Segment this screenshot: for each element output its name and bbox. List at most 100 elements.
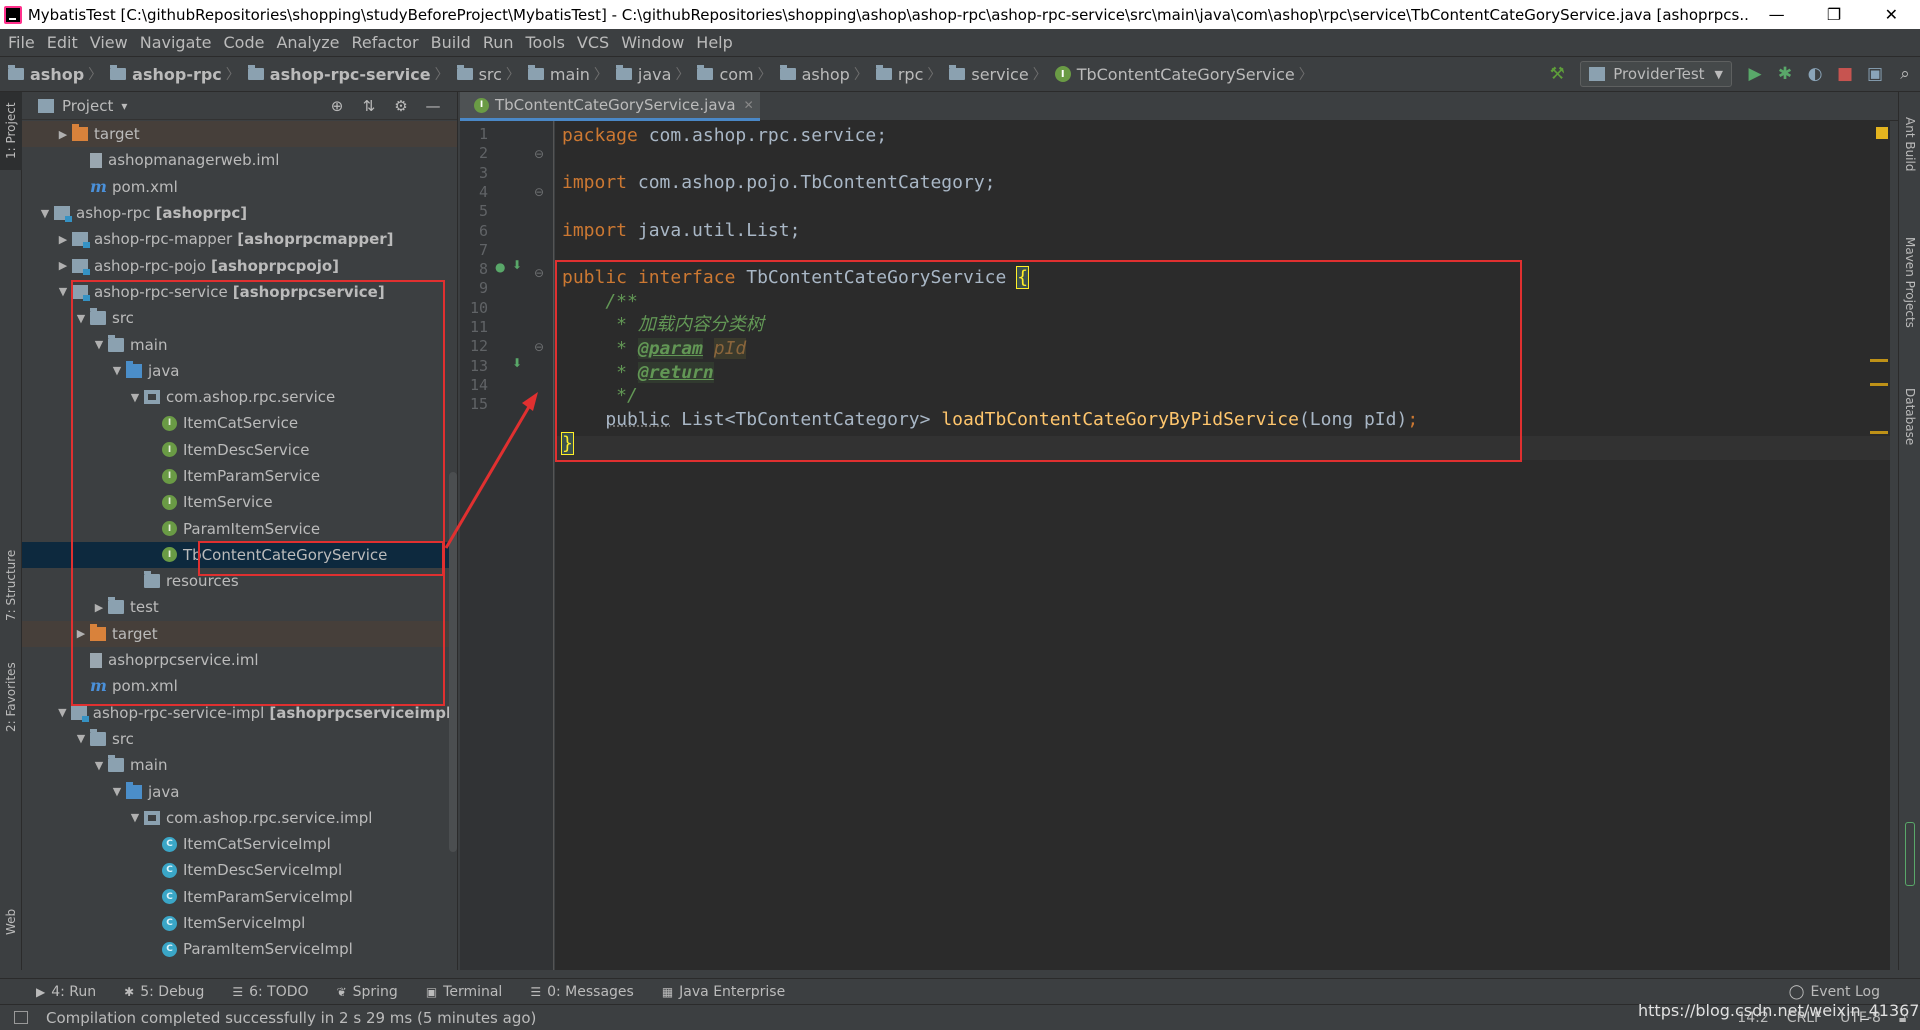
menu-run[interactable]: Run xyxy=(477,33,520,52)
tree-item[interactable]: C ItemServiceImpl xyxy=(22,910,457,936)
debug-tool-tab[interactable]: ✱ 5: Debug xyxy=(124,984,204,1000)
breadcrumb-file[interactable]: I TbContentCateGoryService xyxy=(1047,65,1299,84)
close-icon[interactable]: ✕ xyxy=(744,98,754,112)
ant-build-tool-tab[interactable]: Ant Build xyxy=(1899,104,1920,184)
terminal-tool-tab[interactable]: ▣ Terminal xyxy=(426,984,503,1000)
expanded-arrow-icon[interactable]: ▼ xyxy=(90,338,108,351)
messages-tool-tab[interactable]: ☰ 0: Messages xyxy=(530,984,634,1000)
menu-analyze[interactable]: Analyze xyxy=(270,33,345,52)
search-icon[interactable]: ⌕ xyxy=(1890,59,1920,89)
tree-item[interactable]: I ItemDescService xyxy=(22,437,457,463)
project-structure-icon[interactable]: ▣ xyxy=(1860,59,1890,89)
tree-item[interactable]: ▶ ashop-rpc-mapper [ashoprpcmapper] xyxy=(22,226,457,252)
expanded-arrow-icon[interactable]: ▼ xyxy=(54,706,71,719)
tree-item[interactable]: C ParamItemServiceImpl xyxy=(22,936,457,962)
restore-button[interactable]: ❐ xyxy=(1805,0,1862,29)
breadcrumb-main[interactable]: main xyxy=(520,65,594,84)
breadcrumb-ashop-rpc-service[interactable]: ashop-rpc-service xyxy=(240,65,435,84)
expanded-arrow-icon[interactable]: ▼ xyxy=(126,391,144,404)
collapsed-arrow-icon[interactable]: ▶ xyxy=(54,128,72,141)
tree-item[interactable]: ▼ main xyxy=(22,331,457,357)
collapsed-arrow-icon[interactable]: ▶ xyxy=(54,259,72,272)
expanded-arrow-icon[interactable]: ▼ xyxy=(72,312,90,325)
tree-item[interactable]: ▼ src xyxy=(22,726,457,752)
tree-item[interactable]: resources xyxy=(22,568,457,594)
tool-windows-icon[interactable] xyxy=(14,1011,28,1024)
tree-item[interactable]: ▼ ashop-rpc-service [ashoprpcservice] xyxy=(22,279,457,305)
menu-help[interactable]: Help xyxy=(690,33,738,52)
tree-item[interactable]: ▼ com.ashop.rpc.service xyxy=(22,384,457,410)
tree-item[interactable]: I TbContentCateGoryService xyxy=(22,541,457,569)
menu-window[interactable]: Window xyxy=(615,33,690,52)
project-view-selector[interactable]: Project ▾ xyxy=(38,97,127,115)
favorites-tool-tab[interactable]: 2: Favorites xyxy=(0,652,22,742)
warning-mark[interactable] xyxy=(1870,383,1888,386)
tree-item[interactable]: ▼ com.ashop.rpc.service.impl xyxy=(22,805,457,831)
tree-item[interactable]: I ParamItemService xyxy=(22,515,457,541)
tree-item[interactable]: I ItemCatService xyxy=(22,410,457,436)
tree-item[interactable]: ▶ test xyxy=(22,594,457,620)
warning-mark[interactable] xyxy=(1870,359,1888,362)
debug-icon[interactable]: ✱ xyxy=(1770,59,1800,89)
menu-build[interactable]: Build xyxy=(425,33,477,52)
minimize-button[interactable]: — xyxy=(1748,0,1805,29)
tree-item[interactable]: ▶ target xyxy=(22,121,457,148)
menu-navigate[interactable]: Navigate xyxy=(134,33,218,52)
tree-item[interactable]: C ItemParamServiceImpl xyxy=(22,884,457,910)
stop-icon[interactable]: ■ xyxy=(1830,59,1860,89)
tree-item[interactable]: ▶ ashop-rpc-pojo [ashoprpcpojo] xyxy=(22,252,457,278)
tree-scrollbar[interactable] xyxy=(449,472,457,852)
breadcrumb-service[interactable]: service xyxy=(941,65,1032,84)
expanded-arrow-icon[interactable]: ▼ xyxy=(126,811,144,824)
tree-item[interactable]: ▼ ashop-rpc-service-impl [ashoprpcservicei… xyxy=(22,700,457,726)
tree-item[interactable]: ▼ java xyxy=(22,358,457,384)
run-icon[interactable]: ▶ xyxy=(1740,59,1770,89)
collapsed-arrow-icon[interactable]: ▶ xyxy=(90,601,108,614)
coverage-icon[interactable]: ◐ xyxy=(1800,59,1830,89)
tree-item[interactable]: ▼ java xyxy=(22,778,457,804)
tree-item[interactable]: m pom.xml xyxy=(22,174,457,200)
database-tool-tab[interactable]: Database xyxy=(1899,372,1920,462)
java-enterprise-tool-tab[interactable]: ▦ Java Enterprise xyxy=(662,984,785,1000)
menu-vcs[interactable]: VCS xyxy=(571,33,615,52)
tab-tbcontentcategoryservice[interactable]: I TbContentCateGoryService.java ✕ xyxy=(460,92,760,121)
tree-item[interactable]: ashopmanagerweb.iml xyxy=(22,147,457,173)
warning-status-icon[interactable] xyxy=(1876,127,1888,139)
expanded-arrow-icon[interactable]: ▼ xyxy=(36,207,54,220)
menu-tools[interactable]: Tools xyxy=(520,33,571,52)
fold-icon[interactable]: ⊖ xyxy=(534,340,544,354)
memory-indicator[interactable] xyxy=(1905,822,1915,886)
implementations-arrow-icon[interactable]: ⬇ xyxy=(512,356,522,370)
expanded-arrow-icon[interactable]: ▼ xyxy=(72,732,90,745)
collapse-all-icon[interactable]: ⇅ xyxy=(353,97,385,115)
fold-icon[interactable]: ⊖ xyxy=(534,185,544,199)
breadcrumb-rpc[interactable]: rpc xyxy=(868,65,928,84)
implementations-arrow-icon[interactable]: ⬇ xyxy=(512,258,522,272)
breadcrumb-ashop-pkg[interactable]: ashop xyxy=(772,65,854,84)
menu-edit[interactable]: Edit xyxy=(41,33,84,52)
expanded-arrow-icon[interactable]: ▼ xyxy=(54,285,72,298)
tree-item[interactable]: ashoprpcservice.iml xyxy=(22,647,457,673)
todo-tool-tab[interactable]: ☰ 6: TODO xyxy=(232,984,308,1000)
gear-icon[interactable]: ⚙ xyxy=(385,97,417,115)
fold-icon[interactable]: ⊖ xyxy=(534,266,544,280)
tree-item[interactable]: ▼ ashop-rpc [ashoprpc] xyxy=(22,200,457,226)
breadcrumb-java[interactable]: java xyxy=(608,65,676,84)
web-tool-tab[interactable]: Web xyxy=(0,902,22,942)
locate-icon[interactable]: ⊕ xyxy=(321,97,353,115)
expanded-arrow-icon[interactable]: ▼ xyxy=(90,759,108,772)
run-configuration-select[interactable]: ProviderTest ▼ xyxy=(1580,61,1732,87)
expanded-arrow-icon[interactable]: ▼ xyxy=(108,785,126,798)
menu-code[interactable]: Code xyxy=(218,33,271,52)
hide-icon[interactable]: — xyxy=(417,97,449,115)
breadcrumb-ashop[interactable]: ashop xyxy=(0,65,88,84)
spring-tool-tab[interactable]: ❦ Spring xyxy=(337,984,398,1000)
close-button[interactable]: ✕ xyxy=(1863,0,1920,29)
structure-tool-tab[interactable]: 7: Structure xyxy=(0,540,22,630)
implemented-marker-icon[interactable]: ● xyxy=(495,260,505,274)
breadcrumb-src[interactable]: src xyxy=(449,65,506,84)
collapsed-arrow-icon[interactable]: ▶ xyxy=(72,627,90,640)
expanded-arrow-icon[interactable]: ▼ xyxy=(108,364,126,377)
menu-refactor[interactable]: Refactor xyxy=(346,33,425,52)
build-hammer-icon[interactable]: ⚒ xyxy=(1542,59,1572,89)
